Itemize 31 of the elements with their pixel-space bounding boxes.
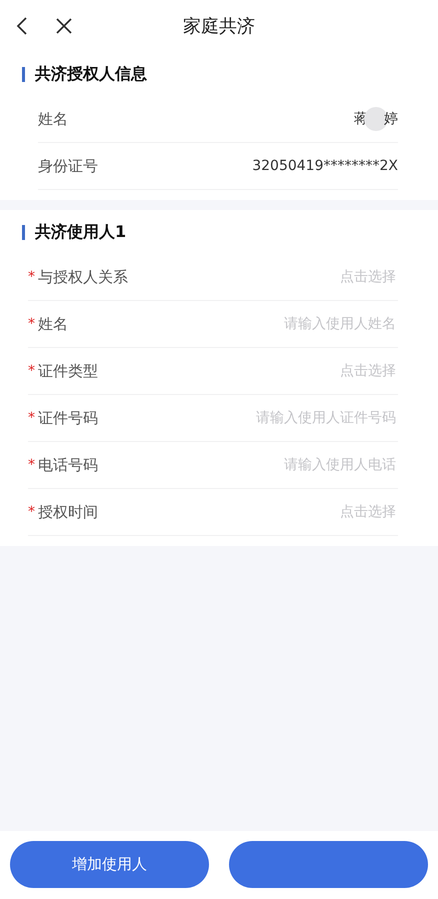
field-label: 身份证号: [38, 156, 98, 176]
required-mark: *: [28, 457, 36, 473]
close-icon[interactable]: [54, 16, 74, 36]
field-label: 证件号码: [38, 408, 98, 428]
id-number-value: 32050419********2X: [252, 158, 398, 174]
name-value: 婷: [384, 110, 398, 128]
input-field[interactable]: 请输入使用人证件号码: [98, 409, 398, 427]
section-marker: [22, 66, 25, 82]
input-field[interactable]: 请输入使用人电话: [98, 456, 398, 474]
action-button[interactable]: [229, 841, 428, 888]
field-label: 证件类型: [38, 362, 98, 380]
required-mark: *: [28, 316, 36, 332]
input-field[interactable]: 请输入使用人姓名: [68, 315, 398, 333]
page-title: 家庭共济: [183, 15, 255, 38]
required-mark: *: [28, 410, 36, 426]
field-label: 电话号码: [38, 456, 98, 474]
required-mark: *: [28, 269, 36, 285]
input-field[interactable]: 点击选择: [98, 362, 398, 380]
section-title: 共济使用人1: [35, 222, 126, 242]
required-mark: *: [28, 363, 36, 379]
input-field[interactable]: 点击选择: [98, 503, 398, 521]
add-user-button[interactable]: 增加使用人: [10, 841, 209, 888]
field-label: 姓名: [38, 314, 68, 334]
back-icon[interactable]: [15, 16, 29, 36]
section-title: 共济授权人信息: [35, 64, 147, 84]
field-label: 与授权人关系: [38, 268, 128, 286]
field-label: 姓名: [38, 110, 68, 128]
field-label: 授权时间: [38, 502, 98, 522]
required-mark: *: [28, 504, 36, 520]
input-field[interactable]: 点击选择: [128, 268, 398, 286]
section-marker: [22, 224, 25, 240]
